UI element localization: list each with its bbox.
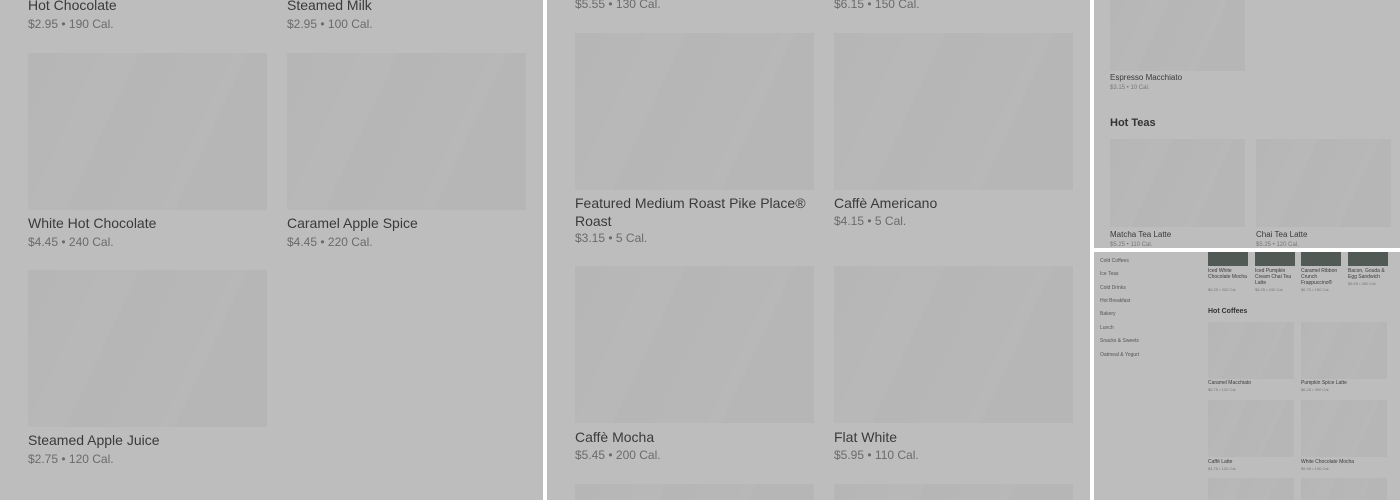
- item-price-calories: $6.25 • 320 Cal.: [1208, 287, 1237, 292]
- item-price-calories: $2.75 • 120 Cal.: [28, 452, 114, 466]
- menu-panel-overview: Cold Coffees Ice Teas Cold Drinks Hot Br…: [1094, 252, 1400, 500]
- menu-panel-hot-teas: Espresso Macchiato $3.15 • 10 Cal. Hot T…: [1094, 0, 1400, 248]
- item-image[interactable]: [1348, 252, 1388, 266]
- item-image[interactable]: [575, 266, 814, 423]
- section-title: Hot Teas: [1110, 117, 1156, 129]
- item-price-calories: $4.15 • 5 Cal.: [834, 214, 907, 228]
- item-image[interactable]: [1110, 139, 1245, 227]
- item-name[interactable]: Bacon, Gouda & Egg Sandwich: [1348, 268, 1390, 280]
- item-name[interactable]: Iced Pumpkin Cream Chai Tea Latte: [1255, 268, 1297, 286]
- item-name[interactable]: Caramel Apple Spice: [287, 214, 418, 232]
- item-price-calories: $6.75 • 150 Cal.: [1301, 287, 1330, 292]
- item-image[interactable]: [1256, 139, 1391, 227]
- item-name[interactable]: Pumpkin Spice Latte: [1301, 380, 1347, 386]
- item-image[interactable]: [1301, 252, 1341, 266]
- item-price-calories: $5.55 • 360 Cal.: [1348, 281, 1377, 286]
- item-name[interactable]: Caramel Macchiato: [1208, 380, 1251, 386]
- item-name[interactable]: Caramel Ribbon Crunch Frappuccino®: [1301, 268, 1343, 286]
- item-name[interactable]: Featured Medium Roast Pike Place® Roast: [575, 194, 814, 230]
- item-price-calories: $5.95 • 190 Cal.: [1301, 466, 1330, 471]
- item-image[interactable]: [1208, 400, 1294, 457]
- sidebar-item-hot-breakfast[interactable]: Hot Breakfast: [1100, 298, 1130, 304]
- item-image[interactable]: [575, 33, 814, 190]
- item-price-calories: $5.25 • 110 Cal.: [1110, 242, 1153, 248]
- item-image[interactable]: [28, 270, 267, 427]
- item-name[interactable]: Steamed Milk: [287, 0, 372, 14]
- item-price-calories: $2.95 • 100 Cal.: [287, 17, 373, 31]
- item-name[interactable]: White Hot Chocolate: [28, 214, 156, 232]
- item-price-calories: $6.15 • 150 Cal.: [834, 0, 920, 11]
- item-price-calories: $5.95 • 110 Cal.: [834, 448, 919, 462]
- sidebar-item-oatmeal-yogurt[interactable]: Oatmeal & Yogurt: [1100, 352, 1139, 358]
- item-image[interactable]: [287, 53, 526, 210]
- item-price-calories: $4.45 • 240 Cal.: [28, 235, 114, 249]
- sidebar-item-ice-teas[interactable]: Ice Teas: [1100, 271, 1119, 277]
- sidebar-item-snacks-sweets[interactable]: Snacks & Sweets: [1100, 338, 1139, 344]
- item-name[interactable]: Caffè Americano: [834, 194, 937, 212]
- item-price-calories: $4.75 • 120 Cal.: [1208, 466, 1237, 471]
- item-price-calories: $3.15 • 5 Cal.: [575, 231, 648, 245]
- sidebar-item-cold-coffees[interactable]: Cold Coffees: [1100, 258, 1129, 264]
- item-name[interactable]: Caffè Latte: [1208, 459, 1232, 465]
- sidebar-item-lunch[interactable]: Lunch: [1100, 325, 1114, 331]
- item-image[interactable]: [1208, 478, 1294, 500]
- item-name[interactable]: White Chocolate Mocha: [1301, 459, 1354, 465]
- item-price-calories: $5.45 • 200 Cal.: [575, 448, 661, 462]
- item-price-calories: $6.25 • 240 Cal.: [1255, 287, 1284, 292]
- item-price-calories: $5.75 • 120 Cal.: [1208, 387, 1237, 392]
- item-image[interactable]: [834, 266, 1073, 423]
- menu-panel-drinks: Hot Chocolate $2.95 • 190 Cal. Steamed M…: [0, 0, 543, 500]
- item-price-calories: $2.95 • 190 Cal.: [28, 17, 114, 31]
- sidebar-item-cold-drinks[interactable]: Cold Drinks: [1100, 285, 1126, 291]
- item-name[interactable]: Hot Chocolate: [28, 0, 117, 14]
- item-image[interactable]: [1301, 478, 1387, 500]
- item-price-calories: $6.25 • 300 Cal.: [1301, 387, 1330, 392]
- item-image[interactable]: [28, 53, 267, 210]
- item-price-calories: $5.25 • 120 Cal.: [1256, 242, 1299, 248]
- item-image[interactable]: [834, 484, 1073, 500]
- item-name[interactable]: Matcha Tea Latte: [1110, 230, 1171, 240]
- item-image[interactable]: [1208, 252, 1248, 266]
- item-image[interactable]: [575, 484, 814, 500]
- section-title: Hot Coffees: [1208, 308, 1248, 315]
- item-name[interactable]: Espresso Macchiato: [1110, 73, 1182, 83]
- sidebar-item-bakery[interactable]: Bakery: [1100, 311, 1116, 317]
- item-name[interactable]: Chai Tea Latte: [1256, 230, 1307, 240]
- item-image[interactable]: [1301, 400, 1387, 457]
- item-price-calories: $3.15 • 10 Cal.: [1110, 85, 1150, 91]
- item-image[interactable]: [1301, 322, 1387, 379]
- item-price-calories: $4.45 • 220 Cal.: [287, 235, 373, 249]
- item-name[interactable]: Steamed Apple Juice: [28, 431, 160, 449]
- item-name[interactable]: Iced White Chocolate Mocha: [1208, 268, 1250, 280]
- item-image[interactable]: [1110, 0, 1245, 71]
- item-image[interactable]: [1208, 322, 1294, 379]
- menu-panel-hot-coffees: $5.55 • 130 Cal. $6.15 • 150 Cal. Featur…: [547, 0, 1090, 500]
- item-name[interactable]: Caffè Mocha: [575, 428, 654, 446]
- item-image[interactable]: [834, 33, 1073, 190]
- item-name[interactable]: Flat White: [834, 428, 897, 446]
- item-price-calories: $5.55 • 130 Cal.: [575, 0, 661, 11]
- item-image[interactable]: [1255, 252, 1295, 266]
